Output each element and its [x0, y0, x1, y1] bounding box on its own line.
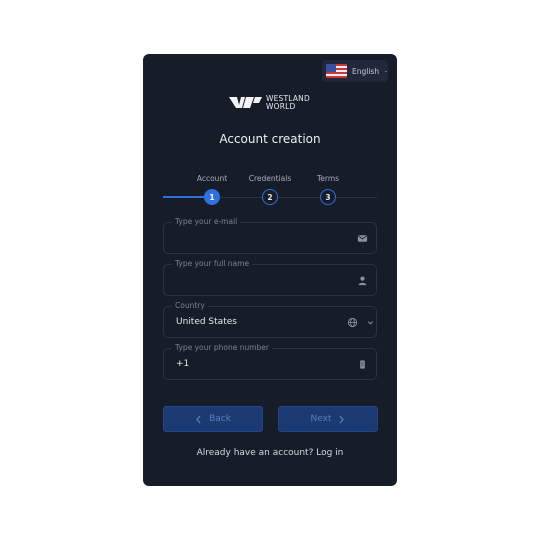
chevron-left-icon	[196, 415, 201, 423]
globe-icon	[347, 317, 358, 328]
email-label: Type your e-mail	[172, 217, 241, 226]
phone-value: +1	[176, 359, 190, 369]
chevron-right-icon	[340, 415, 345, 423]
back-button[interactable]: Back	[163, 406, 263, 432]
step-1-indicator[interactable]: 1	[204, 189, 220, 205]
language-label: English	[352, 66, 380, 76]
envelope-icon	[357, 235, 368, 242]
email-field[interactable]: Type your e-mail	[163, 217, 377, 254]
chevron-down-icon	[367, 321, 374, 325]
phone-icon	[360, 360, 365, 369]
login-prompt-text: Already have an account?	[196, 448, 314, 458]
phone-label: Type your phone number	[172, 343, 272, 352]
brand-line-2: WORLD	[266, 101, 296, 111]
brand-logo: WESTLAND WORLD	[229, 95, 310, 110]
back-button-label: Back	[209, 414, 231, 424]
step-label-terms: Terms	[316, 174, 340, 183]
country-label: Country	[172, 301, 208, 310]
us-flag-icon	[326, 64, 347, 78]
step-3-indicator[interactable]: 3	[320, 189, 336, 205]
step-label-account: Account	[196, 174, 228, 183]
country-value: United States	[176, 317, 237, 327]
stepper-track	[212, 197, 377, 198]
page-title: Account creation	[219, 132, 321, 146]
step-2-indicator[interactable]: 2	[262, 189, 278, 205]
signup-card: English WESTLAND WORLD Account creation …	[143, 54, 397, 486]
chevron-down-icon	[384, 70, 388, 72]
full-name-field[interactable]: Type your full name	[163, 259, 377, 296]
country-select[interactable]: Country United States	[163, 301, 377, 338]
login-prompt: Already have an account? Log in	[143, 448, 397, 458]
user-icon	[358, 276, 367, 286]
westland-logo-icon	[229, 97, 262, 108]
step-label-credentials: Credentials	[248, 174, 292, 183]
next-button-label: Next	[310, 414, 332, 424]
login-link[interactable]: Log in	[316, 448, 343, 458]
full-name-label: Type your full name	[172, 259, 253, 268]
language-selector[interactable]: English	[322, 60, 388, 82]
phone-field[interactable]: Type your phone number +1	[163, 343, 377, 380]
next-button[interactable]: Next	[278, 406, 378, 432]
